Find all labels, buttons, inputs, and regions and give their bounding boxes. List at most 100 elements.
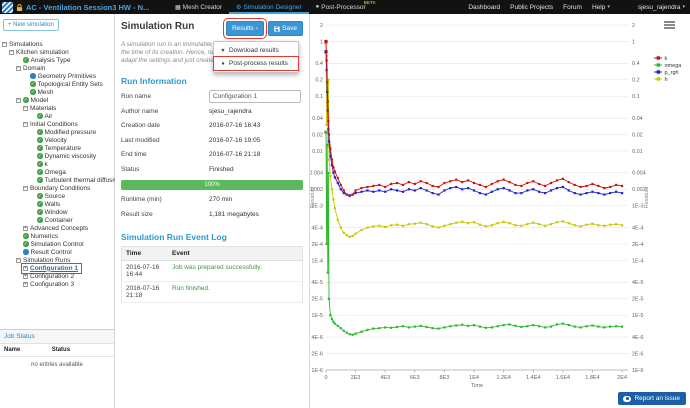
circle-icon: ● — [220, 61, 226, 67]
expander-icon[interactable]: − — [16, 258, 21, 263]
svg-text:4E-4: 4E-4 — [311, 225, 323, 231]
tree-item-simulation-runs[interactable]: −Simulation Runs — [0, 256, 114, 264]
project-title[interactable]: AC - Ventilation Session3 HW - N... — [26, 3, 149, 12]
svg-text:Residual: Residual — [310, 187, 316, 208]
chart-panel: 22110.40.40.20.20.10.10.040.040.020.020.… — [310, 14, 690, 408]
app-window: AC - Ventilation Session3 HW - N... ▦Mes… — [0, 0, 690, 408]
svg-text:2: 2 — [320, 23, 323, 29]
app-logo-icon[interactable] — [2, 2, 13, 13]
tree-item-simulation-control[interactable]: ✓Simulation Control — [0, 240, 114, 248]
expander-icon[interactable]: − — [23, 122, 28, 127]
tree-item-materials[interactable]: −Materials — [0, 104, 114, 112]
tree-item-label: k — [45, 161, 48, 168]
info-label: Status — [121, 166, 209, 173]
svg-text:0.01: 0.01 — [632, 149, 643, 155]
tree-item-configuration-3[interactable]: +Configuration 3 — [0, 280, 114, 288]
svg-text:1E4: 1E4 — [469, 375, 479, 381]
svg-text:1E-5: 1E-5 — [311, 313, 323, 319]
tab-simulation-designer[interactable]: ⚙Simulation Designer — [229, 0, 309, 14]
tree-item-label: Kitchen simulation — [16, 49, 69, 56]
expander-icon[interactable]: − — [2, 42, 7, 47]
tree-item-configuration-1[interactable]: +Configuration 1 — [0, 264, 114, 272]
tree-item-temperature[interactable]: ✓Temperature — [0, 144, 114, 152]
info-label: Creation date — [121, 122, 209, 129]
tree-item-result-control[interactable]: Result Control — [0, 248, 114, 256]
tree-item-air[interactable]: ✓Air — [0, 112, 114, 120]
run-name-input[interactable] — [209, 90, 301, 103]
new-simulation-button[interactable]: + New simulation — [3, 19, 59, 31]
tree-item-domain[interactable]: −Domain — [0, 64, 114, 72]
expander-icon[interactable]: + — [23, 226, 28, 231]
tree-item-label: Container — [45, 217, 73, 224]
svg-text:1.4E4: 1.4E4 — [526, 375, 540, 381]
nav-dashboard[interactable]: Dashboard — [468, 4, 500, 11]
tree-item-window[interactable]: ✓Window — [0, 208, 114, 216]
nav-public-projects[interactable]: Public Projects — [510, 4, 553, 11]
menu-item-download-results[interactable]: ▼Download results — [214, 44, 298, 57]
results-button[interactable]: Results ▾ — [226, 21, 264, 36]
nav-forum[interactable]: Forum — [563, 4, 582, 11]
legend-item-p_rgh[interactable]: p_rgh — [654, 70, 679, 76]
expander-icon[interactable]: − — [23, 106, 28, 111]
report-issue-label: Report an issue — [634, 395, 680, 402]
event-log-row: 2016-07-16 21:18Run finished. — [122, 281, 303, 302]
tree-item-configuration-2[interactable]: +Configuration 2 — [0, 272, 114, 280]
tab-mesh-creator[interactable]: ▦Mesh Creator — [168, 0, 229, 14]
svg-text:1: 1 — [320, 39, 323, 45]
svg-text:2E-5: 2E-5 — [311, 297, 323, 303]
tree-item-numerics[interactable]: ✓Numerics — [0, 232, 114, 240]
legend-item-h[interactable]: h — [654, 77, 668, 83]
annotation-box: +Configuration 1 — [23, 265, 80, 272]
check-icon: ✓ — [30, 81, 36, 87]
tab-post-processor[interactable]: ●Post-ProcessorBETA — [309, 0, 373, 14]
expander-icon[interactable]: − — [9, 50, 14, 55]
tree-item-k[interactable]: ✓k — [0, 160, 114, 168]
svg-text:1E-5: 1E-5 — [632, 313, 644, 319]
svg-text:4E-6: 4E-6 — [311, 335, 323, 341]
tree-item-container[interactable]: ✓Container — [0, 216, 114, 224]
tree-item-topological-entity-sets[interactable]: ✓Topological Entity Sets — [0, 80, 114, 88]
tree-item-kitchen-simulation[interactable]: −Kitchen simulation — [0, 48, 114, 56]
check-icon: ✓ — [23, 57, 29, 63]
legend-item-omega[interactable]: omega — [654, 63, 682, 69]
tree-item-dynamic-viscosity[interactable]: ✓Dynamic viscosity — [0, 152, 114, 160]
tree-item-advanced-concepts[interactable]: +Advanced Concepts — [0, 224, 114, 232]
svg-text:8E3: 8E3 — [440, 375, 450, 381]
svg-text:4E-4: 4E-4 — [632, 225, 644, 231]
chart-menu-icon[interactable] — [664, 21, 675, 30]
expander-icon[interactable]: + — [23, 274, 28, 279]
tree-item-walls[interactable]: ✓Walls — [0, 200, 114, 208]
tree-item-label: Velocity — [45, 137, 67, 144]
tree-item-boundary-conditions[interactable]: −Boundary Conditions — [0, 184, 114, 192]
save-button[interactable]: Save — [268, 21, 303, 36]
menu-item-post-process-results[interactable]: ●Post-process results — [214, 57, 298, 70]
tree-item-mesh[interactable]: ✓Mesh — [0, 88, 114, 96]
expander-icon[interactable]: − — [16, 66, 21, 71]
expander-icon[interactable]: − — [23, 186, 28, 191]
tree-item-label: Walls — [45, 201, 61, 208]
tree-item-simulations[interactable]: −Simulations — [0, 40, 114, 48]
tree-item-modified-pressure[interactable]: ✓Modified pressure — [0, 128, 114, 136]
legend-item-k[interactable]: k — [654, 56, 668, 62]
tree-item-analysis-type[interactable]: ✓Analysis Type — [0, 56, 114, 64]
lock-icon — [16, 3, 23, 12]
svg-text:0.1: 0.1 — [632, 94, 640, 100]
menu-item-label: Download results — [229, 47, 279, 54]
svg-text:0.02: 0.02 — [632, 132, 643, 138]
nav-help[interactable]: Help▾ — [592, 4, 610, 11]
tree-item-velocity[interactable]: ✓Velocity — [0, 136, 114, 144]
report-issue-button[interactable]: Report an issue — [618, 392, 686, 405]
event-log-heading: Simulation Run Event Log — [121, 232, 303, 242]
expander-icon[interactable]: + — [23, 282, 28, 287]
expander-icon[interactable]: − — [16, 98, 21, 103]
tree-item-initial-conditions[interactable]: −Initial Conditions — [0, 120, 114, 128]
tree-item-omega[interactable]: ✓Omega — [0, 168, 114, 176]
tree-item-source[interactable]: ✓Source — [0, 192, 114, 200]
tree-item-geometry-primitives[interactable]: Geometry Primitives — [0, 72, 114, 80]
tree-item-model[interactable]: −✓Model — [0, 96, 114, 104]
expander-icon[interactable]: + — [23, 266, 28, 271]
tree-item-turbulent-thermal-diffusivity[interactable]: ✓Turbulent thermal diffusivity — [0, 176, 114, 184]
tree-item-label: Topological Entity Sets — [38, 81, 103, 88]
nav-label: Help — [592, 4, 605, 11]
nav-sjesu-rajendra[interactable]: sjesu_rajendra▾ — [638, 4, 685, 11]
